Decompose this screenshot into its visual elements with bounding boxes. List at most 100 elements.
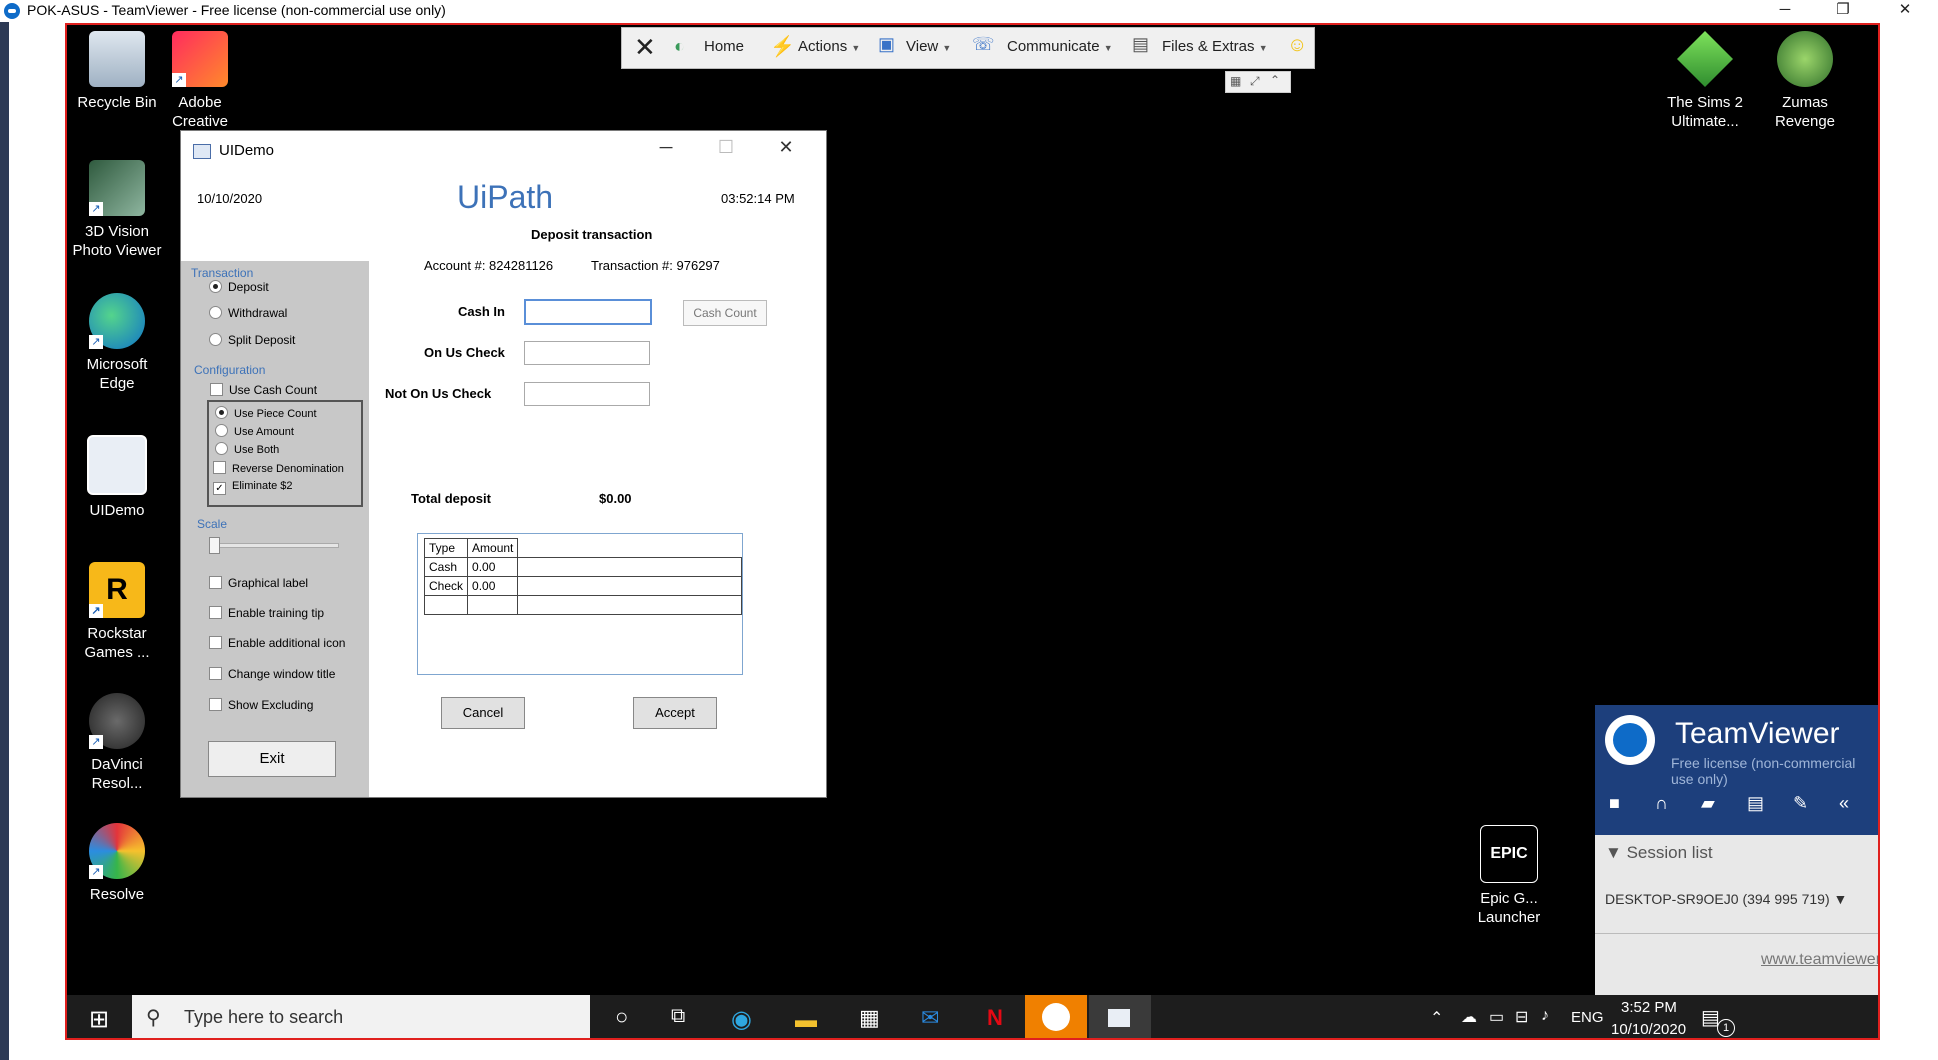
cancel-button[interactable]: Cancel [441,697,525,729]
edge-taskbar-icon[interactable]: ◉ [731,1005,752,1034]
show-excluding-checkbox[interactable]: Show Excluding [209,698,313,712]
remote-desktop[interactable]: Recycle Bin ↗ Adobe Creative ↗ 3D Vision… [65,23,1880,1040]
epic-shortcut[interactable]: EPIC Epic G... Launcher [1469,825,1549,927]
radio-use-amount[interactable]: Use Amount [215,424,294,438]
zuma-icon [1777,31,1833,87]
language-indicator[interactable]: ENG [1571,1009,1604,1026]
toolbar-view[interactable]: View ▼ [906,38,951,55]
zuma-shortcut[interactable]: Zumas Revenge [1757,31,1853,131]
training-tip-checkbox[interactable]: Enable training tip [209,606,324,620]
close-session-icon[interactable]: ✕ [634,32,656,63]
grid-cell[interactable]: 0.00 [467,576,519,596]
toolbar-actions[interactable]: Actions ▼ [798,38,860,55]
grid-icon[interactable]: ▦ [1230,74,1241,88]
battery-icon[interactable]: ▭ [1489,1007,1504,1027]
sims-icon [1677,31,1733,87]
toolbar-handle[interactable]: ▦ ⤢ ⌃ [1225,71,1291,93]
teamviewer-link[interactable]: www.teamviewer.com [1761,951,1878,969]
eliminate-checkbox[interactable]: ✓ Eliminate $2 [213,480,293,495]
scale-slider[interactable] [209,543,339,548]
davinci-shortcut[interactable]: ↗ DaVinci Resol... [69,693,165,793]
explorer-icon[interactable]: ▬ [795,1007,817,1033]
edge-shortcut[interactable]: ↗ Microsoft Edge [69,293,165,393]
session-list-label[interactable]: ▼ Session list [1605,843,1713,863]
rockstar-icon: R ↗ [89,562,145,618]
grid-cell[interactable]: 0.00 [467,557,519,577]
3d-vision-icon: ↗ [89,160,145,216]
grid-cell[interactable]: Check [423,576,469,596]
search-placeholder: Type here to search [184,1007,344,1027]
taskbar: ⊞ ⚲ Type here to search ○ ⧉ ◉ ▬ ▦ ✉ N ⌃ … [67,995,1878,1038]
radio-deposit[interactable]: Deposit [209,280,269,294]
radio-use-both[interactable]: Use Both [215,442,279,456]
video-icon[interactable]: ■ [1609,793,1620,814]
fullscreen-icon[interactable]: ⤢ [1250,74,1260,89]
radio-withdrawal[interactable]: Withdrawal [209,306,287,320]
clock-time[interactable]: 3:52 PM [1621,999,1677,1016]
search-box[interactable]: ⚲ Type here to search [132,995,590,1038]
exit-button[interactable]: Exit [208,741,336,777]
reverse-denomination-checkbox[interactable]: Reverse Denomination [213,461,344,475]
scale-slider-thumb[interactable] [209,537,220,554]
chat-icon[interactable]: ▰ [1701,793,1715,814]
smiley-icon[interactable]: ☺ [1287,34,1307,57]
uidemo-maximize-button[interactable]: ☐ [706,137,746,158]
actions-icon: ⚡ [770,36,795,58]
volume-icon[interactable]: ♪ [1541,1007,1549,1025]
sidebar: Transaction Deposit Withdrawal Split Dep… [181,261,369,797]
toolbar-home[interactable]: Home [704,38,744,55]
toolbar-communicate[interactable]: Communicate ▼ [1007,38,1113,55]
file-box-icon[interactable]: ▤ [1747,793,1764,814]
deposit-grid[interactable]: Type Amount Cash 0.00 Check 0.00 [417,533,743,675]
headset-icon[interactable]: ∩ [1655,793,1668,814]
triangle-down-icon: ▼ [1605,843,1627,862]
uidemo-minimize-button[interactable]: ─ [646,137,686,158]
teamviewer-taskbar-button[interactable] [1025,995,1087,1038]
minimize-button[interactable]: ─ [1762,0,1808,22]
sims-shortcut[interactable]: The Sims 2 Ultimate... [1657,31,1753,131]
change-title-checkbox[interactable]: Change window title [209,667,335,681]
on-us-check-input[interactable] [524,341,650,365]
cloud-icon[interactable]: ☁ [1461,1007,1477,1027]
resolve-shortcut[interactable]: ↗ Resolve [69,823,165,904]
uidemo-taskbar-button[interactable] [1089,995,1151,1038]
network-icon[interactable]: ⊟ [1515,1007,1528,1027]
toolbar-files[interactable]: Files & Extras ▼ [1162,38,1268,55]
task-view-icon[interactable]: ⧉ [671,1005,685,1028]
teamviewer-logo-icon [4,3,20,19]
chevron-up-icon[interactable]: ⌃ [1270,73,1280,87]
mail-icon[interactable]: ✉ [921,1005,939,1031]
restore-button[interactable]: ❐ [1820,0,1866,22]
close-button[interactable]: ✕ [1882,0,1928,22]
cash-in-input[interactable] [524,299,652,325]
session-item[interactable]: DESKTOP-SR9OEJ0 (394 995 719) ▼ [1605,891,1847,907]
collapse-icon[interactable]: « [1839,793,1849,814]
uidemo-shortcut[interactable]: UIDemo [69,435,165,520]
radio-split-deposit[interactable]: Split Deposit [209,333,295,347]
pen-icon[interactable]: ✎ [1793,793,1808,814]
teamviewer-taskbar-icon [1042,1003,1070,1031]
graphical-label-checkbox[interactable]: Graphical label [209,576,308,590]
recycle-bin-shortcut[interactable]: Recycle Bin [69,31,165,112]
chevron-up-icon[interactable]: ⌃ [1430,1008,1443,1028]
date-label: 10/10/2020 [197,191,263,206]
3d-vision-shortcut[interactable]: ↗ 3D Vision Photo Viewer [69,160,165,260]
not-on-us-check-input[interactable] [524,382,650,406]
cash-count-button[interactable]: Cash Count [683,300,767,326]
teamviewer-panel: TeamViewer Free license (non-commercial … [1595,705,1878,995]
cortana-icon[interactable]: ○ [615,1004,628,1030]
adobe-shortcut[interactable]: ↗ Adobe Creative [152,31,248,131]
license-text: Free license (non-commercial use only) [1671,755,1856,787]
clock-date[interactable]: 10/10/2020 [1611,1021,1686,1038]
grid-cell[interactable]: Cash [423,557,469,577]
home-icon[interactable]: ◐ [674,36,685,57]
accept-button[interactable]: Accept [633,697,717,729]
store-icon[interactable]: ▦ [859,1005,880,1031]
netflix-icon[interactable]: N [987,1005,1003,1031]
start-icon[interactable]: ⊞ [89,1005,109,1034]
use-cash-count-checkbox[interactable]: Use Cash Count [210,383,317,397]
additional-icon-checkbox[interactable]: Enable additional icon [209,636,345,650]
radio-use-piece-count[interactable]: Use Piece Count [215,406,317,420]
rockstar-shortcut[interactable]: R ↗ Rockstar Games ... [69,562,165,662]
uidemo-close-button[interactable]: ✕ [766,137,806,158]
